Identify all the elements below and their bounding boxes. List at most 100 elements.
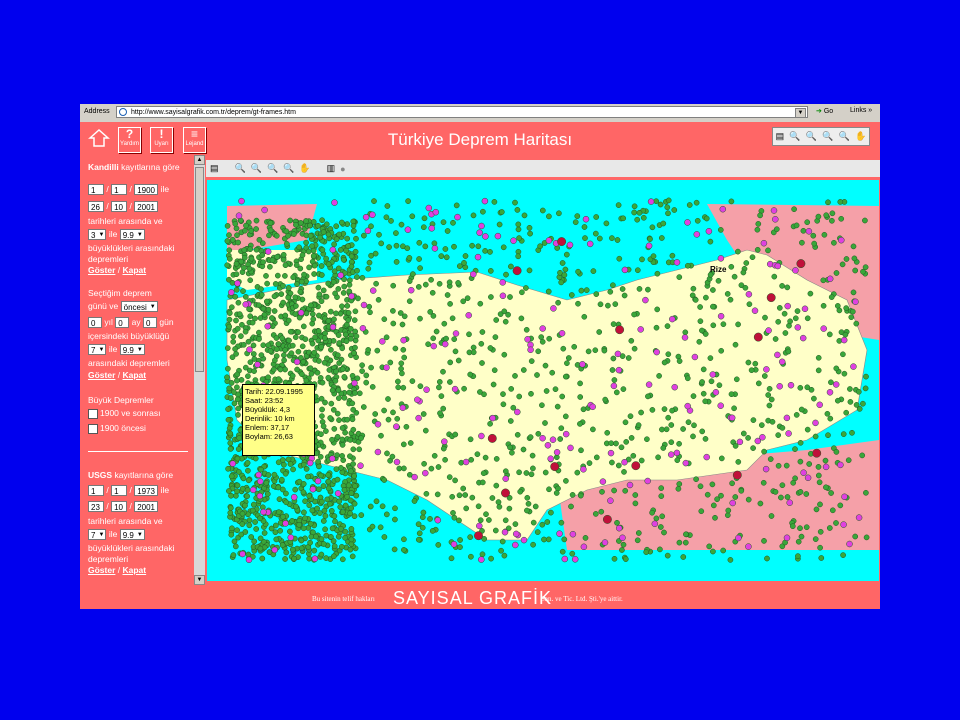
quake-marker xyxy=(478,556,485,563)
print-icon[interactable]: ▥ xyxy=(327,163,336,174)
quake-marker xyxy=(278,476,285,483)
selected-close-link[interactable]: Kapat xyxy=(123,370,147,380)
quake-marker xyxy=(393,458,401,466)
pan-hand-icon[interactable]: ✋ xyxy=(299,163,310,174)
selected-months-input[interactable]: 0 xyxy=(115,317,130,329)
quake-marker xyxy=(563,251,570,258)
usgs-close-link[interactable]: Kapat xyxy=(123,565,147,575)
pan-hand-icon[interactable]: ✋ xyxy=(855,131,866,142)
quake-marker xyxy=(490,381,497,388)
kandilli-start-month-input[interactable]: 1 xyxy=(111,184,128,196)
quake-marker xyxy=(318,298,325,305)
selected-when-select[interactable]: öncesi xyxy=(120,301,158,313)
quake-marker xyxy=(339,436,346,443)
zoom-out-icon[interactable]: 🔍 xyxy=(806,131,817,142)
quake-marker xyxy=(307,365,314,372)
quake-marker xyxy=(742,284,749,291)
usgs-start-day-input[interactable]: 1 xyxy=(88,485,104,497)
quake-marker xyxy=(344,235,351,242)
kandilli-end-month-input[interactable]: 10 xyxy=(111,201,128,213)
quake-marker xyxy=(316,463,322,470)
kandilli-start-year-input[interactable]: 1900 xyxy=(134,184,159,196)
quake-marker xyxy=(469,242,475,249)
selected-max-mag-select[interactable]: 9.9 xyxy=(119,344,145,356)
copy-map-icon[interactable]: ▤ xyxy=(210,163,219,174)
warning-button[interactable]: ! Uyarı xyxy=(150,127,173,153)
zoom-full-icon[interactable]: 🔍 xyxy=(839,131,850,142)
quake-marker xyxy=(283,240,290,247)
quake-marker xyxy=(348,526,355,532)
big-before-1900-checkbox[interactable] xyxy=(88,423,98,434)
scroll-down-icon[interactable]: ▼ xyxy=(194,575,205,585)
kandilli-end-year-input[interactable]: 2001 xyxy=(134,201,159,213)
zoom-in-icon[interactable]: 🔍 xyxy=(789,131,800,142)
sidebar-scrollbar[interactable]: ▲ ▼ xyxy=(194,155,205,585)
quake-marker xyxy=(696,338,703,345)
usgs-end-year-input[interactable]: 2001 xyxy=(134,501,159,513)
quake-marker xyxy=(371,198,377,204)
big-after-1900-checkbox[interactable] xyxy=(88,408,98,419)
kandilli-min-mag-select[interactable]: 3 xyxy=(88,229,107,241)
quake-marker xyxy=(226,323,233,330)
quake-marker xyxy=(285,285,292,291)
usgs-show-link[interactable]: Göster xyxy=(88,565,115,575)
quake-marker xyxy=(299,371,305,378)
quake-marker xyxy=(292,294,299,301)
links-button[interactable]: Links » xyxy=(850,107,872,114)
quake-marker xyxy=(275,484,282,491)
quake-marker xyxy=(285,294,292,301)
usgs-end-day-input[interactable]: 23 xyxy=(88,501,104,513)
zoom-area-icon[interactable]: 🔍 xyxy=(822,131,833,142)
quake-marker xyxy=(630,452,637,459)
address-dropdown-icon[interactable]: ▼ xyxy=(795,108,806,118)
quake-marker xyxy=(249,486,257,494)
scroll-up-icon[interactable]: ▲ xyxy=(194,155,205,165)
zoom-in-icon[interactable]: 🔍 xyxy=(235,163,246,174)
zoom-area-icon[interactable]: 🔍 xyxy=(267,163,278,174)
quake-marker xyxy=(580,466,587,473)
usgs-min-mag-select[interactable]: 7 xyxy=(88,529,107,541)
quake-marker xyxy=(792,475,798,482)
scroll-thumb[interactable] xyxy=(195,167,204,372)
quake-marker xyxy=(515,253,522,260)
usgs-start-month-input[interactable]: 1 xyxy=(111,485,128,497)
help-button[interactable]: ? Yardım xyxy=(118,127,141,153)
kandilli-max-mag-select[interactable]: 9.9 xyxy=(119,229,145,241)
zoom-full-icon[interactable]: 🔍 xyxy=(283,163,294,174)
home-icon[interactable] xyxy=(88,128,110,148)
quake-marker xyxy=(429,528,436,534)
address-input[interactable]: http://www.sayisalgrafik.com.tr/deprem/g… xyxy=(116,106,808,118)
quake-marker xyxy=(681,334,689,341)
quake-marker xyxy=(239,550,246,558)
record-icon[interactable]: ● xyxy=(340,164,345,174)
quake-marker xyxy=(466,331,472,338)
quake-marker xyxy=(452,330,460,337)
selected-show-link[interactable]: Göster xyxy=(88,370,115,380)
go-button[interactable]: ➔ Go xyxy=(816,107,833,115)
selected-days-input[interactable]: 0 xyxy=(142,317,157,329)
usgs-end-month-input[interactable]: 10 xyxy=(111,501,128,513)
earthquake-map[interactable]: Rize xyxy=(207,180,879,581)
quake-marker xyxy=(691,353,699,361)
quake-marker xyxy=(224,262,231,269)
zoom-out-icon[interactable]: 🔍 xyxy=(251,163,262,174)
quake-marker xyxy=(347,453,353,460)
kandilli-start-day-input[interactable]: 1 xyxy=(88,184,104,196)
usgs-max-mag-select[interactable]: 9.9 xyxy=(119,529,145,541)
quake-marker xyxy=(325,374,332,381)
quake-marker xyxy=(708,378,715,385)
kandilli-close-link[interactable]: Kapat xyxy=(123,265,147,275)
legend-button[interactable]: ≡ Lejand xyxy=(183,127,206,153)
quake-marker xyxy=(448,555,455,562)
kandilli-end-day-input[interactable]: 26 xyxy=(88,201,104,213)
quake-marker xyxy=(225,406,231,413)
usgs-start-year-input[interactable]: 1973 xyxy=(134,485,159,497)
kandilli-show-link[interactable]: Göster xyxy=(88,265,115,275)
quake-marker xyxy=(456,263,463,269)
selected-years-input[interactable]: 0 xyxy=(88,317,102,329)
quake-marker xyxy=(366,303,373,310)
quake-marker xyxy=(334,490,342,497)
selected-min-mag-select[interactable]: 7 xyxy=(88,344,107,356)
copy-icon[interactable]: ▤ xyxy=(776,131,785,142)
quake-marker xyxy=(838,236,845,244)
